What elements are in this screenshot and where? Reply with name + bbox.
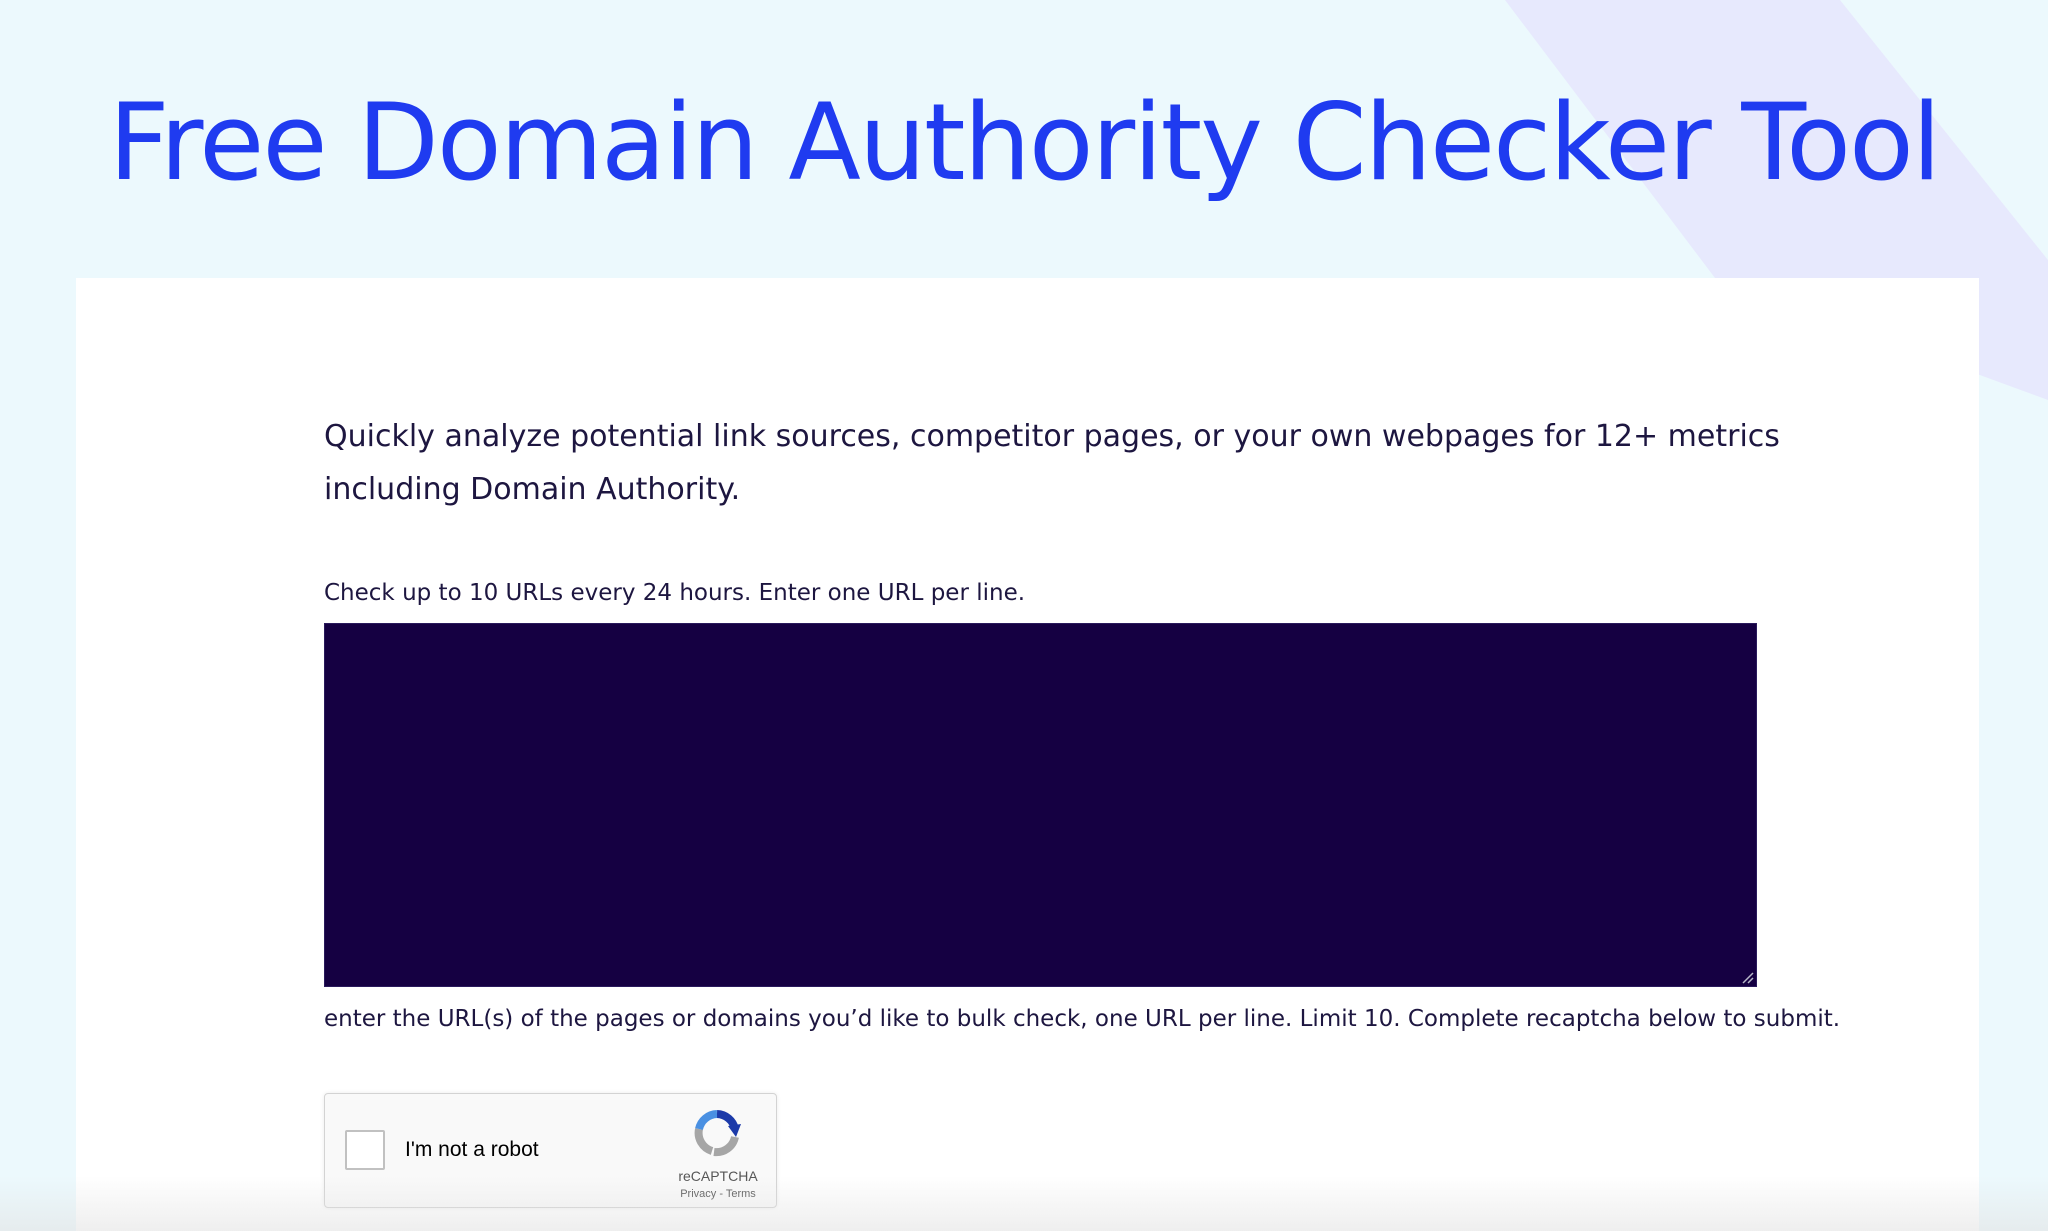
- recaptcha-terms-link[interactable]: Terms: [726, 1188, 756, 1200]
- url-helper-text: enter the URL(s) of the pages or domains…: [324, 1006, 1841, 1032]
- intro-text: Quickly analyze potential link sources, …: [324, 419, 1780, 507]
- url-input-label: Check up to 10 URLs every 24 hours. Ente…: [324, 580, 1026, 606]
- url-input[interactable]: [324, 623, 1757, 987]
- recaptcha-link-separator: -: [716, 1188, 726, 1200]
- recaptcha-logo-icon: [694, 1110, 741, 1157]
- recaptcha-checkbox[interactable]: [345, 1130, 385, 1170]
- recaptcha-links: Privacy - Terms: [651, 1188, 785, 1200]
- resize-grip-icon[interactable]: [1740, 970, 1754, 984]
- recaptcha-widget: I'm not a robot reCAPTCHA Privacy - Term…: [324, 1093, 777, 1208]
- recaptcha-privacy-link[interactable]: Privacy: [680, 1188, 716, 1200]
- recaptcha-brand: reCAPTCHA: [678, 1168, 758, 1184]
- page-title: Free Domain Authority Checker Tool: [108, 81, 1942, 204]
- recaptcha-label: I'm not a robot: [405, 1138, 539, 1161]
